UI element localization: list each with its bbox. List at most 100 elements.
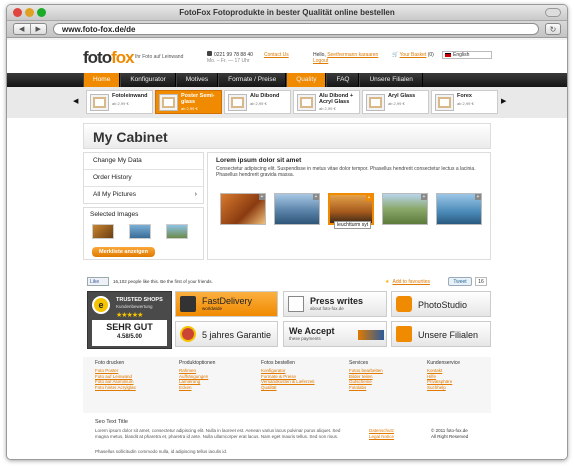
add-favourites-link[interactable]: Add to favourites (385, 279, 430, 285)
product-price: ab 2,99 € (319, 106, 336, 111)
add-icon[interactable]: + (421, 194, 427, 200)
legal-notice-link[interactable]: Legal Notice (369, 434, 394, 440)
minimize-window-button[interactable] (25, 8, 34, 17)
nav-item-konfigurator[interactable]: Konfigurator (120, 73, 176, 87)
social-bar: Like 16,102 people like this. Be the fir… (83, 277, 491, 287)
add-icon[interactable]: + (475, 194, 481, 200)
menu-item-change-data[interactable]: Change My Data (84, 153, 203, 170)
title-bar: FotoFox Fotoprodukte in bester Qualität … (7, 5, 567, 21)
footer-column: Foto drucken Foto Poster Foto auf Leinwa… (95, 360, 136, 391)
close-window-button[interactable] (13, 8, 22, 17)
nav-item-formate[interactable]: Formate / Preise (218, 73, 287, 87)
menu-item-all-pictures[interactable]: All My Pictures › (84, 187, 203, 204)
nav-item-home[interactable]: Home (83, 73, 121, 87)
footer-link[interactable]: Fotos bearbeiten (349, 368, 383, 374)
camera-icon (396, 296, 412, 312)
back-button[interactable]: ◀ (14, 24, 31, 34)
basket-link[interactable]: Your Basket (400, 52, 427, 58)
footer-links: Foto drucken Foto Poster Foto auf Leinwa… (83, 357, 491, 413)
product-card[interactable]: Alu Dibond + Acryl Glass ab 2,99 € (293, 90, 360, 114)
add-icon[interactable]: + (366, 195, 372, 201)
guarantee-badge[interactable]: 5 jahres Garantie (175, 321, 278, 347)
copyright: © 2011 foto-fox.de All Right Reserved (431, 428, 468, 439)
picture-thumb[interactable]: + (220, 193, 266, 225)
product-name: Forex (457, 93, 472, 99)
fullscreen-toggle[interactable] (545, 8, 561, 17)
filialen-title: Unsere Filialen (418, 330, 479, 340)
nav-item-filialen[interactable]: Unsere Filialen (359, 73, 423, 87)
footer-column: Kundenservice Kontakt Hilfe Privatsphäre… (427, 360, 460, 391)
nav-item-quality[interactable]: Quality (286, 73, 327, 87)
product-card[interactable]: Alu Dibond ab 2,99 € (224, 90, 291, 114)
reload-button[interactable]: ↻ (545, 23, 561, 35)
picture-thumb[interactable]: + (274, 193, 320, 225)
add-icon[interactable]: + (259, 194, 265, 200)
selected-images-label: Selected Images (90, 211, 139, 218)
footer-link[interactable]: Fotolabs (349, 385, 383, 391)
picture-thumb-selected[interactable]: + leuchtturm syt (328, 193, 374, 229)
show-wishlist-button[interactable]: Merkliste anzeigen (92, 247, 155, 257)
rights-text: All Right Reserved (431, 433, 469, 439)
logo-accent: fox (111, 48, 134, 67)
user-link[interactable]: Seethermann karaaren (327, 52, 378, 58)
selected-thumb[interactable] (92, 224, 114, 239)
flag-icon (445, 53, 451, 57)
basket-icon: 🛒 (392, 52, 399, 58)
contact-link[interactable]: Contact Us (264, 52, 289, 58)
carousel-prev-icon[interactable]: ◀ (73, 97, 78, 105)
newspaper-icon (288, 296, 304, 312)
language-select[interactable]: English (442, 51, 492, 59)
trusted-subtitle: Kundenbewertung (116, 304, 153, 309)
picture-thumb[interactable]: + (436, 193, 482, 225)
seo-text: Lorem ipsum dolor sit amet, consectetur … (95, 428, 341, 439)
fast-delivery-badge[interactable]: FastDelivery worldwide (175, 291, 278, 317)
footer-link[interactable]: Foto hinter Acrylglas (95, 385, 136, 391)
basket: 🛒 Your Basket (0) (392, 52, 434, 58)
address-bar[interactable]: www.foto-fox.de/de (53, 23, 539, 35)
nav-item-faq[interactable]: FAQ (326, 73, 360, 87)
payment-cards-icon (358, 330, 384, 340)
fotofox-logo[interactable]: fotofox (83, 48, 135, 68)
forward-button[interactable]: ▶ (31, 24, 47, 34)
legal-links: Datenschutz Legal Notice (369, 428, 394, 439)
zoom-window-button[interactable] (37, 8, 46, 17)
product-carousel: ◀ Fotoleinwand ab 2,99 € Poster Semi-glas… (7, 87, 567, 118)
menu-item-order-history[interactable]: Order History (84, 170, 203, 187)
page-title: My Cabinet (83, 123, 491, 149)
facebook-like-button[interactable]: Like (87, 277, 109, 286)
studio-title: PhotoStudio (418, 300, 468, 310)
product-card[interactable]: Fotoleinwand ab 2,99 € (86, 90, 153, 114)
payments-badge[interactable]: We Accept these payments (283, 321, 387, 347)
product-name: Fotoleinwand (112, 93, 148, 99)
phone-hours: Mo. – Fr. — 17 Uhr (207, 58, 250, 64)
footer-column-title: Fotos bestellen (261, 360, 295, 366)
product-name: Alu Dibond + Acryl Glass (319, 93, 354, 105)
tweet-button[interactable]: Tweet (448, 277, 472, 286)
nav-item-motives[interactable]: Motives (175, 73, 219, 87)
product-card[interactable]: Aryl Glass ab 2,99 € (362, 90, 429, 114)
forex-frame-icon (435, 94, 454, 111)
press-badge[interactable]: Press writes about foto-fox.de (283, 291, 387, 317)
footer-link[interactable]: Suchhelp (427, 385, 460, 391)
footer-link[interactable]: Ecken (179, 385, 215, 391)
payments-title: We Accept (289, 326, 335, 336)
poster-frame-icon (159, 94, 178, 111)
logout-link[interactable]: Logout (313, 58, 328, 64)
photo-studio-badge[interactable]: PhotoStudio (391, 291, 491, 317)
guarantee-seal-icon (180, 326, 196, 342)
carousel-next-icon[interactable]: ▶ (501, 97, 506, 105)
privacy-link[interactable]: Datenschutz (369, 428, 394, 434)
footer-column-title: Services (349, 360, 369, 366)
product-price: ab 2,99 € (457, 101, 474, 106)
footer-link[interactable]: Qualität (261, 385, 315, 391)
product-card[interactable]: Forex ab 2,99 € (431, 90, 498, 114)
filialen-badge[interactable]: Unsere Filialen (391, 321, 491, 347)
trusted-shops-badge[interactable]: e TRUSTED SHOPS Kundenbewertung ★★★★★ SE… (87, 291, 172, 349)
picture-thumb[interactable]: + (382, 193, 428, 225)
picture-caption: leuchtturm syt (334, 221, 372, 229)
product-card-selected[interactable]: Poster Semi-glass ab 2,99 € (155, 90, 222, 114)
seo-title: Seo Text Title (95, 419, 128, 425)
selected-thumb[interactable] (129, 224, 151, 239)
add-icon[interactable]: + (313, 194, 319, 200)
selected-thumb[interactable] (166, 224, 188, 239)
